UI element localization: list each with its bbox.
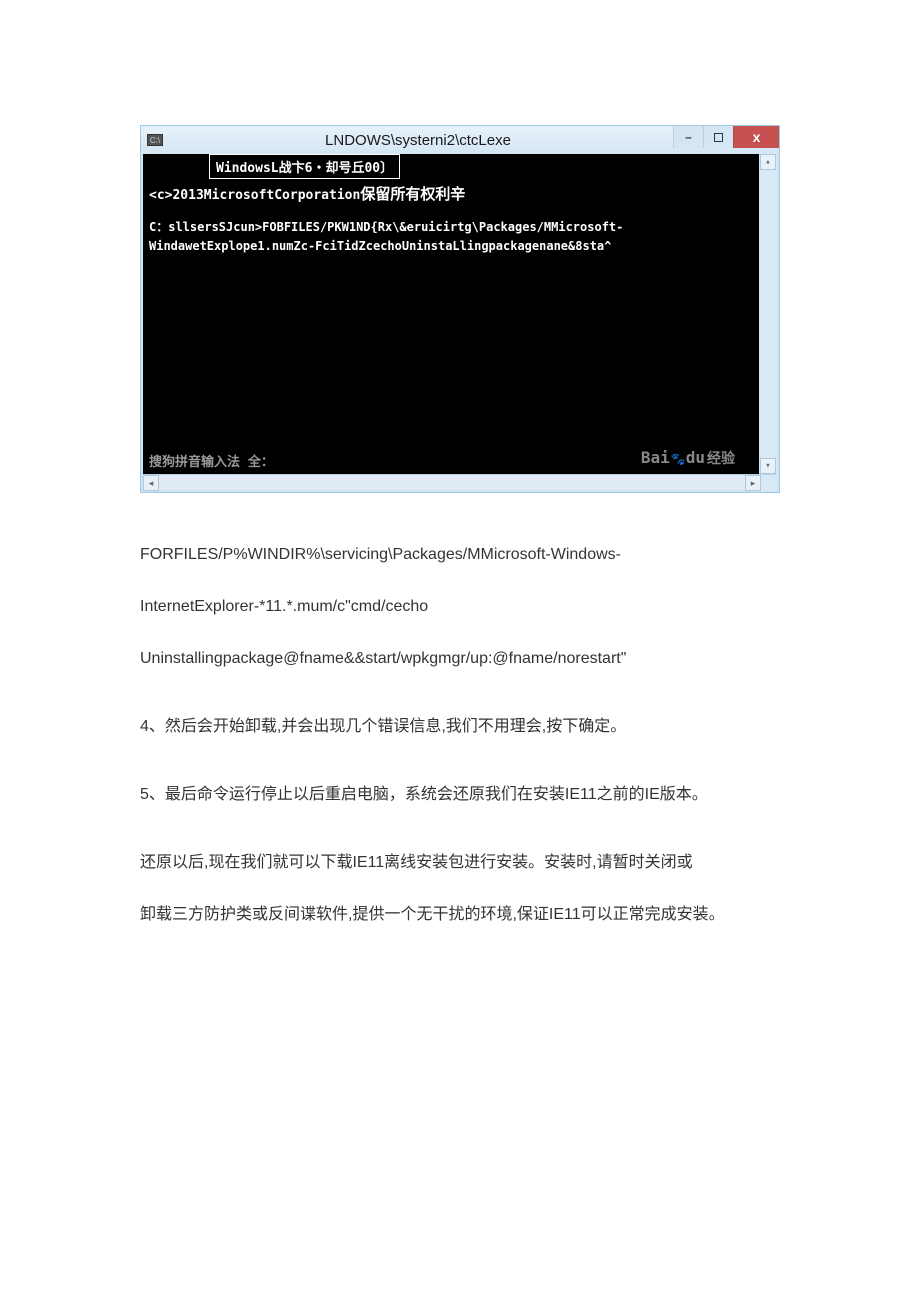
- copyright-en: <c>2013MicrosoftCorporation: [149, 188, 360, 203]
- window-title: LNDOWS\systerni2\ctcLexe: [163, 132, 673, 149]
- scroll-down-button[interactable]: ▾: [760, 458, 776, 474]
- step-5: 5、最后命令运行停止以后重启电脑，系统会还原我们在安装IE11之前的IE版本。: [140, 783, 780, 807]
- watermark-bai: Bai: [641, 448, 670, 467]
- cmd-version-line: WindowsL战卞6・却号丘00〕: [209, 154, 400, 179]
- close-button[interactable]: x: [733, 126, 779, 148]
- watermark-cn: 经验: [707, 448, 735, 468]
- cmd-output-area[interactable]: ▴ WindowsL战卞6・却号丘00〕 <c>2013MicrosoftCor…: [143, 154, 777, 474]
- command-text-2: InternetExplorer-*11.*.mum/c"cmd/cecho: [140, 595, 780, 619]
- cmd-command-line-1: C：sllsersSJcun>FOBFILES/PKW1ND{Rx\&eruic…: [149, 220, 623, 234]
- step-4: 4、然后会开始卸载,并会出现几个错误信息,我们不用理会,按下确定。: [140, 715, 780, 739]
- watermark-du: du: [686, 448, 705, 467]
- horizontal-scrollbar[interactable]: ◂ ▸: [143, 474, 777, 490]
- note-line-1: 还原以后,现在我们就可以下载IE11离线安装包进行安装。安装时,请暂时关闭或: [140, 851, 780, 875]
- maximize-icon: [714, 133, 723, 142]
- command-text-1: FORFILES/P%WINDIR%\servicing\Packages/MM…: [140, 543, 780, 567]
- maximize-button[interactable]: [703, 126, 733, 148]
- cmd-command-line: C：sllsersSJcun>FOBFILES/PKW1ND{Rx\&eruic…: [143, 208, 759, 258]
- window-title-bar: C:\ LNDOWS\systerni2\ctcLexe – x: [141, 126, 779, 154]
- ime-status-text: 搜狗拼音输入法 全：: [149, 451, 274, 470]
- scroll-up-button[interactable]: ▴: [760, 154, 776, 170]
- cmd-window-screenshot: C:\ LNDOWS\systerni2\ctcLexe – x ▴ Windo…: [140, 125, 780, 493]
- paw-icon: 🐾: [671, 452, 686, 466]
- copyright-cn: 保留所有权利辛: [360, 185, 465, 203]
- document-body-text: FORFILES/P%WINDIR%\servicing\Packages/MM…: [140, 543, 780, 927]
- cmd-command-line-2: WindawetExplope1.numZc-FciTidZcechoUnins…: [149, 239, 611, 253]
- scroll-corner: [761, 475, 777, 491]
- minimize-button[interactable]: –: [673, 126, 703, 148]
- cmd-body-wrap: ▴ WindowsL战卞6・却号丘00〕 <c>2013MicrosoftCor…: [141, 154, 779, 492]
- baidu-watermark: Bai🐾du经验: [641, 448, 735, 468]
- scroll-left-button[interactable]: ◂: [143, 475, 159, 491]
- scroll-right-button[interactable]: ▸: [745, 475, 761, 491]
- command-text-3: Uninstallingpackage@fname&&start/wpkgmgr…: [140, 647, 780, 671]
- cmd-icon: C:\: [147, 134, 163, 146]
- window-controls: – x: [673, 126, 779, 154]
- note-line-2: 卸载三方防护类或反间谍软件,提供一个无干扰的环境,保证IE11可以正常完成安装。: [140, 903, 780, 927]
- scroll-track[interactable]: [159, 475, 745, 490]
- cmd-copyright-line: <c>2013MicrosoftCorporation保留所有权利辛: [143, 179, 759, 208]
